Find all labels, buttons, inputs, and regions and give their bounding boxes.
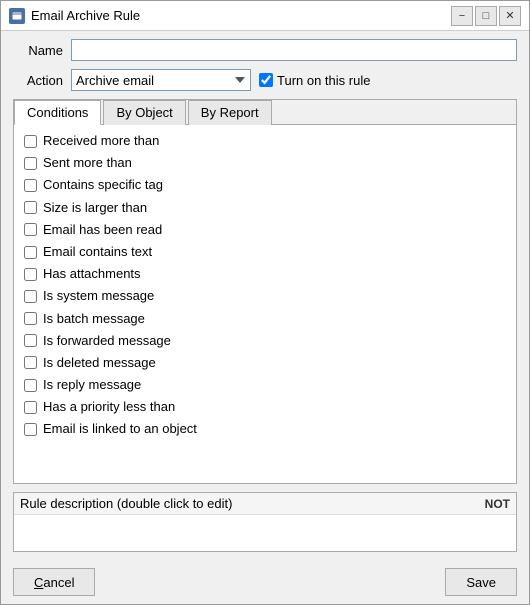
condition-item-received-more-than: Received more than — [22, 131, 508, 151]
name-label: Name — [13, 43, 63, 58]
condition-label-is-deleted-message: Is deleted message — [43, 354, 156, 372]
condition-label-email-linked-to-object: Email is linked to an object — [43, 420, 197, 438]
tab-by-object[interactable]: By Object — [103, 100, 185, 125]
condition-label-sent-more-than: Sent more than — [43, 154, 132, 172]
condition-label-email-contains-text: Email contains text — [43, 243, 152, 261]
action-row: Action Archive email Turn on this rule — [13, 69, 517, 91]
turn-on-text: Turn on this rule — [277, 73, 370, 88]
maximize-button[interactable]: □ — [475, 6, 497, 26]
cancel-button[interactable]: Cancel — [13, 568, 95, 596]
condition-label-is-system-message: Is system message — [43, 287, 154, 305]
condition-checkbox-is-reply-message[interactable] — [24, 379, 37, 392]
title-controls: − □ ✕ — [451, 6, 521, 26]
window-title: Email Archive Rule — [31, 8, 140, 23]
condition-item-is-deleted-message: Is deleted message — [22, 353, 508, 373]
minimize-button[interactable]: − — [451, 6, 473, 26]
condition-label-contains-specific-tag: Contains specific tag — [43, 176, 163, 194]
condition-checkbox-contains-specific-tag[interactable] — [24, 179, 37, 192]
condition-item-sent-more-than: Sent more than — [22, 153, 508, 173]
condition-checkbox-is-forwarded-message[interactable] — [24, 334, 37, 347]
tab-by-report[interactable]: By Report — [188, 100, 272, 125]
condition-label-is-batch-message: Is batch message — [43, 310, 145, 328]
not-badge: NOT — [485, 497, 510, 511]
window-icon — [9, 8, 25, 24]
conditions-list: Received more than Sent more than Contains… — [14, 125, 516, 483]
condition-item-has-attachments: Has attachments — [22, 264, 508, 284]
rule-desc-content[interactable] — [14, 515, 516, 551]
condition-checkbox-sent-more-than[interactable] — [24, 157, 37, 170]
action-label: Action — [13, 73, 63, 88]
condition-item-email-contains-text: Email contains text — [22, 242, 508, 262]
condition-checkbox-has-attachments[interactable] — [24, 268, 37, 281]
condition-label-size-is-larger-than: Size is larger than — [43, 199, 147, 217]
main-window: Email Archive Rule − □ ✕ Name Action Arc… — [0, 0, 530, 605]
cancel-rest: ancel — [43, 575, 74, 590]
dialog-footer: Cancel Save — [1, 560, 529, 604]
condition-checkbox-received-more-than[interactable] — [24, 135, 37, 148]
tab-header: Conditions By Object By Report — [14, 100, 516, 125]
tab-conditions[interactable]: Conditions — [14, 100, 101, 125]
condition-label-is-reply-message: Is reply message — [43, 376, 141, 394]
condition-checkbox-is-deleted-message[interactable] — [24, 356, 37, 369]
condition-item-size-is-larger-than: Size is larger than — [22, 198, 508, 218]
name-row: Name — [13, 39, 517, 61]
condition-checkbox-email-contains-text[interactable] — [24, 246, 37, 259]
condition-checkbox-is-system-message[interactable] — [24, 290, 37, 303]
condition-checkbox-has-priority-less-than[interactable] — [24, 401, 37, 414]
title-bar-left: Email Archive Rule — [9, 8, 140, 24]
rule-desc-header: Rule description (double click to edit) … — [14, 493, 516, 515]
condition-label-email-has-been-read: Email has been read — [43, 221, 162, 239]
save-button[interactable]: Save — [445, 568, 517, 596]
condition-label-is-forwarded-message: Is forwarded message — [43, 332, 171, 350]
condition-item-email-linked-to-object: Email is linked to an object — [22, 419, 508, 439]
condition-label-has-priority-less-than: Has a priority less than — [43, 398, 175, 416]
cancel-underline-char: C — [34, 575, 43, 590]
dialog-content: Name Action Archive email Turn on this r… — [1, 31, 529, 560]
condition-checkbox-email-linked-to-object[interactable] — [24, 423, 37, 436]
condition-label-received-more-than: Received more than — [43, 132, 159, 150]
name-input[interactable] — [71, 39, 517, 61]
condition-item-has-priority-less-than: Has a priority less than — [22, 397, 508, 417]
condition-item-is-reply-message: Is reply message — [22, 375, 508, 395]
condition-item-is-batch-message: Is batch message — [22, 309, 508, 329]
condition-item-email-has-been-read: Email has been read — [22, 220, 508, 240]
condition-checkbox-size-is-larger-than[interactable] — [24, 201, 37, 214]
condition-label-has-attachments: Has attachments — [43, 265, 141, 283]
condition-item-contains-specific-tag: Contains specific tag — [22, 175, 508, 195]
turn-on-checkbox[interactable] — [259, 73, 273, 87]
tabs-area: Conditions By Object By Report Received … — [13, 99, 517, 484]
condition-checkbox-email-has-been-read[interactable] — [24, 223, 37, 236]
close-button[interactable]: ✕ — [499, 6, 521, 26]
rule-description-box: Rule description (double click to edit) … — [13, 492, 517, 552]
turn-on-label[interactable]: Turn on this rule — [259, 73, 370, 88]
condition-checkbox-is-batch-message[interactable] — [24, 312, 37, 325]
condition-item-is-forwarded-message: Is forwarded message — [22, 331, 508, 351]
rule-desc-label: Rule description (double click to edit) — [20, 496, 232, 511]
condition-item-is-system-message: Is system message — [22, 286, 508, 306]
title-bar: Email Archive Rule − □ ✕ — [1, 1, 529, 31]
action-select[interactable]: Archive email — [71, 69, 251, 91]
